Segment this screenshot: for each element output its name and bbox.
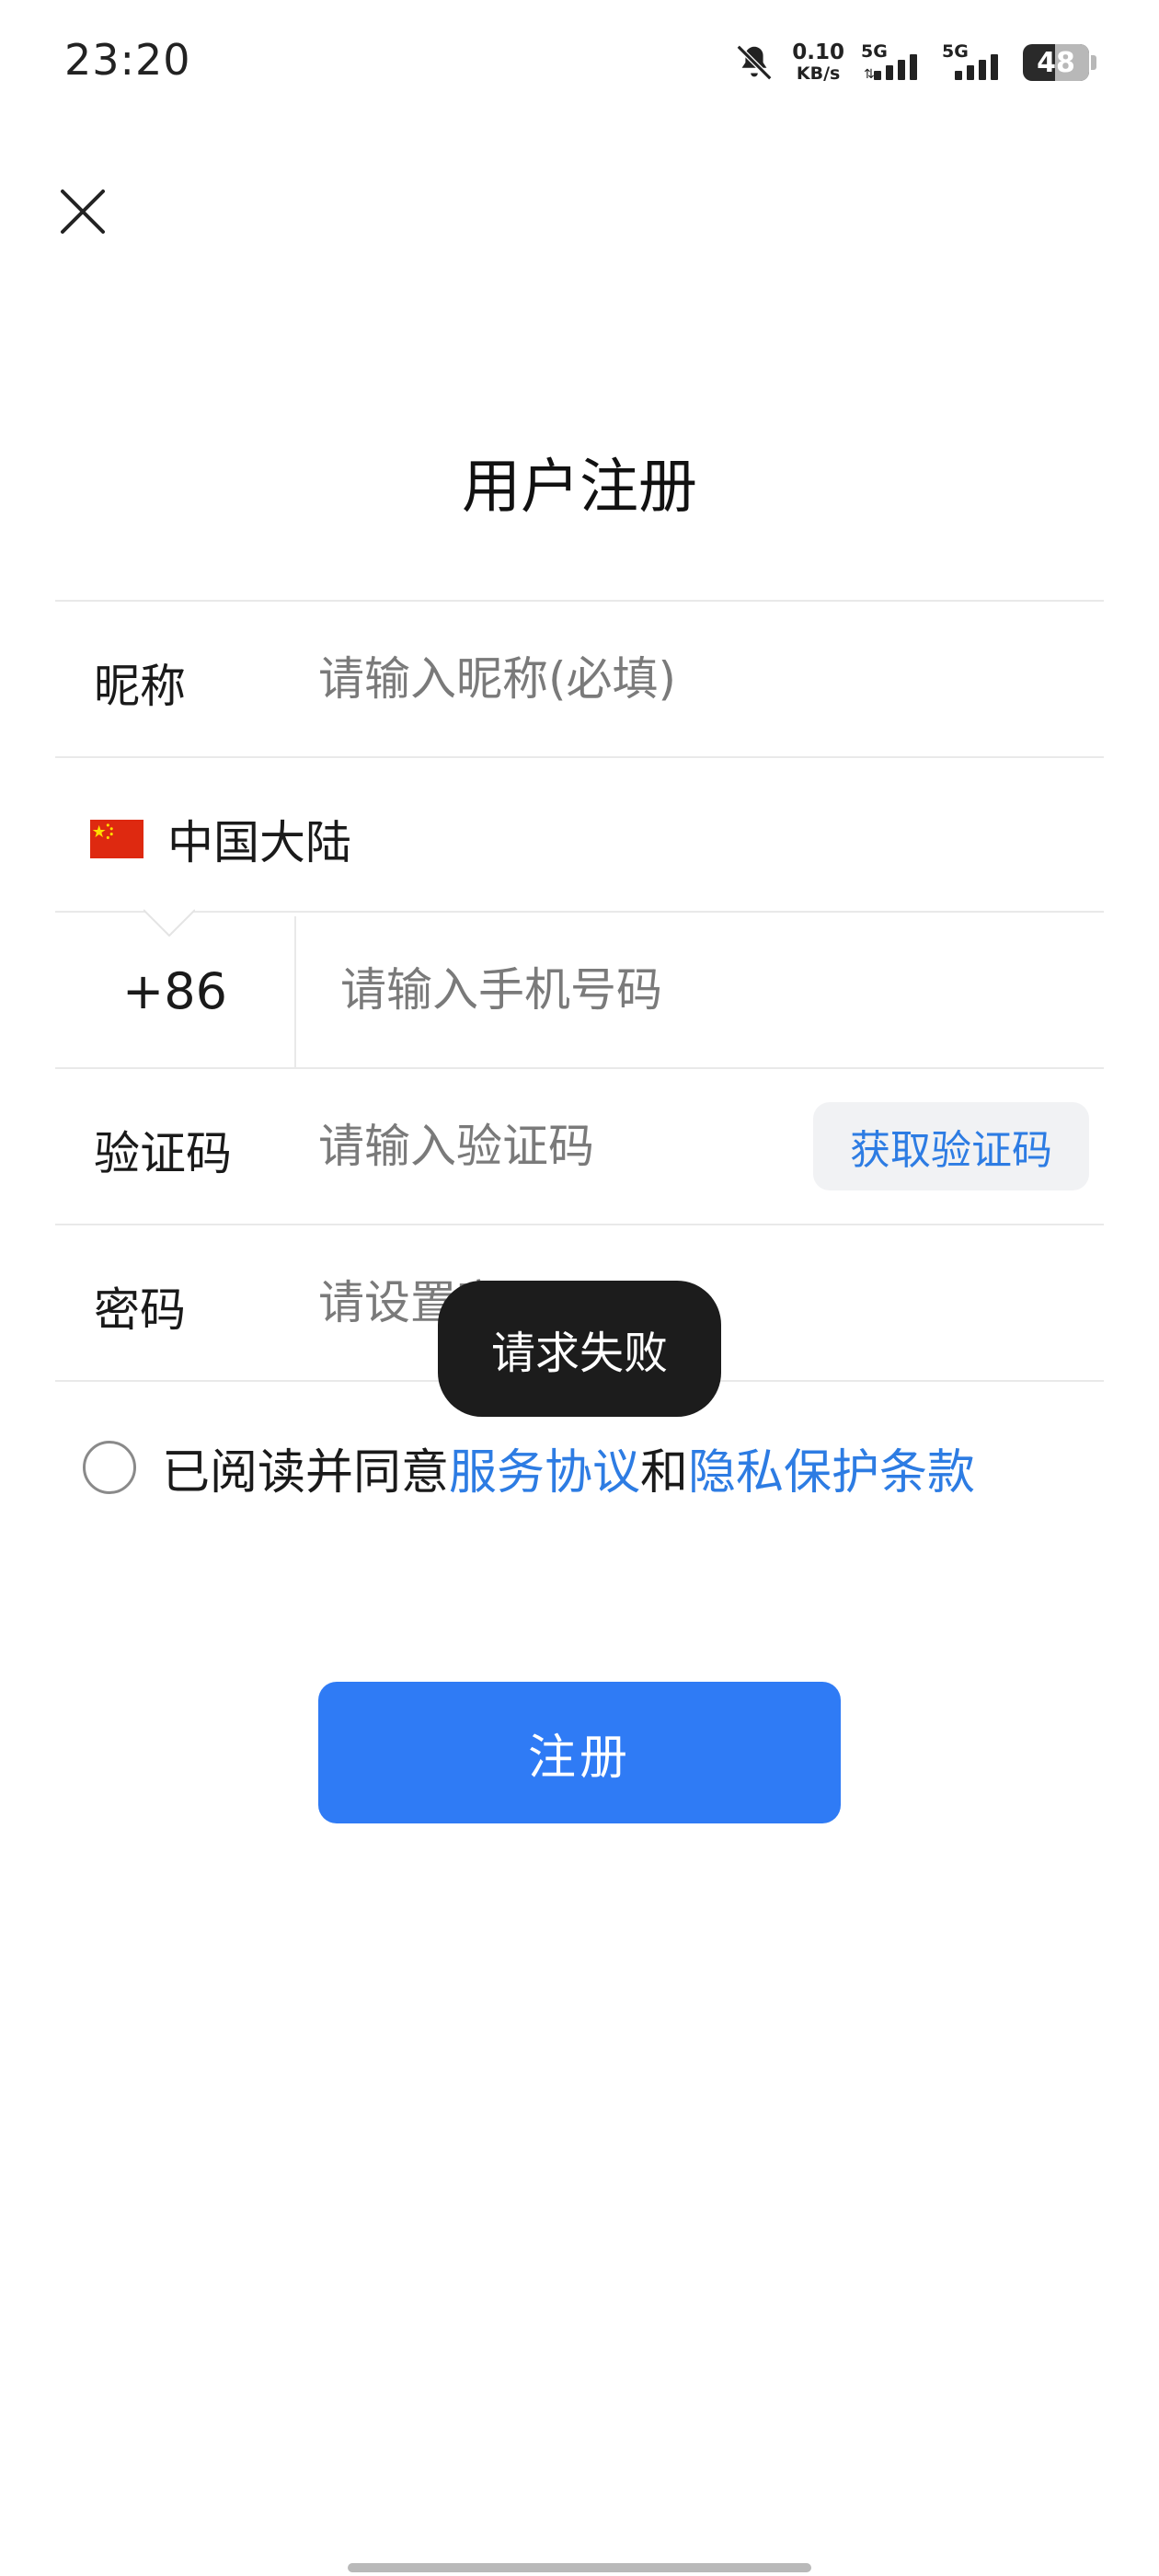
divider: [55, 911, 1104, 913]
status-icons: 0.10 KB/s 5G ⇅ 5G 48: [733, 37, 1096, 88]
bell-muted-icon: [736, 44, 773, 81]
home-indicator[interactable]: [348, 2563, 811, 2572]
error-toast: 请求失败: [438, 1281, 721, 1417]
password-label: 密码: [94, 1283, 186, 1337]
divider: [55, 756, 1104, 758]
agreement-checkbox[interactable]: [83, 1441, 136, 1494]
agreement-prefix: 已阅读并同意: [162, 1444, 450, 1501]
country-code[interactable]: +86: [55, 914, 294, 1067]
china-flag-icon: [90, 820, 143, 858]
divider: [55, 1067, 1104, 1069]
service-agreement-link[interactable]: 服务协议: [449, 1445, 640, 1501]
register-screen: 23:20 0.10 KB/s 5G ⇅ 5G 48 用户注册 昵称 请输入昵称…: [0, 0, 1159, 2576]
country-selector[interactable]: 中国大陆: [90, 810, 351, 869]
network-speed: 0.10 KB/s: [792, 42, 844, 83]
verification-input[interactable]: [318, 1110, 797, 1183]
battery-tip: [1091, 55, 1096, 70]
nickname-input[interactable]: [318, 642, 1054, 716]
network-speed-unit: KB/s: [796, 63, 841, 84]
battery-level: 48: [1037, 46, 1075, 79]
close-button[interactable]: [55, 184, 110, 239]
agreement-row: 已阅读并同意服务协议和隐私保护条款: [83, 1433, 975, 1502]
battery-icon: 48: [1023, 44, 1089, 81]
vertical-divider: [294, 916, 296, 1067]
network-speed-value: 0.10: [792, 40, 844, 64]
data-arrow-icon: ⇅: [864, 67, 875, 82]
agreement-conjunction: 和: [640, 1444, 689, 1501]
close-icon: [61, 190, 105, 234]
get-code-button[interactable]: 获取验证码: [813, 1102, 1089, 1190]
phone-input[interactable]: [340, 953, 1076, 1027]
agreement-text: 已阅读并同意服务协议和隐私保护条款: [162, 1433, 975, 1502]
page-title: 用户注册: [462, 454, 697, 522]
divider: [55, 1224, 1104, 1225]
signal-icon-sim2: 5G: [942, 40, 1006, 86]
status-time: 23:20: [64, 35, 191, 85]
signal-icon-sim1: 5G ⇅: [861, 40, 925, 86]
register-button[interactable]: 注册: [318, 1682, 841, 1823]
nickname-label: 昵称: [94, 660, 186, 713]
privacy-policy-link[interactable]: 隐私保护条款: [688, 1445, 975, 1501]
status-bar: 23:20 0.10 KB/s 5G ⇅ 5G 48: [0, 0, 1159, 129]
verification-label: 验证码: [94, 1127, 232, 1180]
country-name: 中国大陆: [167, 816, 351, 869]
divider: [55, 600, 1104, 602]
